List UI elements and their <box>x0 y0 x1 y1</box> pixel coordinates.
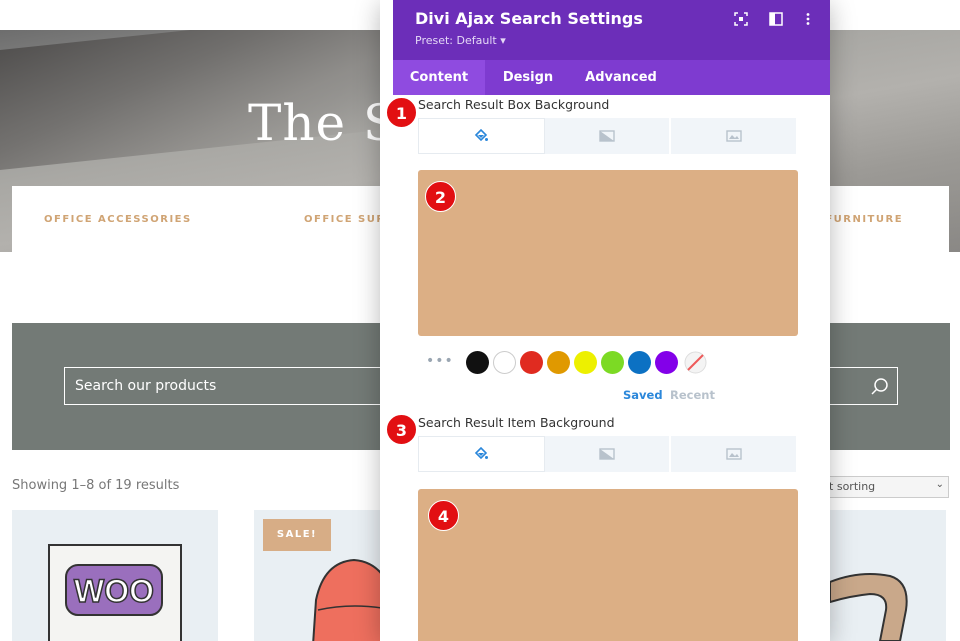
product-card-woo[interactable]: WOO <box>12 510 218 641</box>
gradient-icon <box>599 130 615 142</box>
section-label-result-item-background: Search Result Item Background <box>418 415 615 430</box>
image-icon <box>725 130 742 142</box>
image-icon <box>725 448 742 460</box>
box-background-color-preview[interactable] <box>418 170 798 336</box>
item-background-color-preview[interactable] <box>418 489 798 641</box>
tab-design[interactable]: Design <box>485 60 571 95</box>
palette-swatch-white[interactable] <box>493 351 516 374</box>
palette-more-icon[interactable]: ••• <box>426 353 454 369</box>
palette-swatch-purple[interactable] <box>655 351 678 374</box>
chevron-down-icon: ⌄ <box>935 479 944 490</box>
palette-swatch-orange[interactable] <box>547 351 570 374</box>
split-view-icon[interactable] <box>769 12 783 26</box>
background-type-tabs-item <box>418 436 799 472</box>
no-color-icon[interactable] <box>684 351 707 374</box>
woo-poster-image: WOO <box>48 544 182 641</box>
bg-tab-color[interactable] <box>418 118 545 154</box>
tab-content[interactable]: Content <box>393 60 485 95</box>
category-link-office-accessories[interactable]: OFFICE ACCESSORIES <box>44 214 192 225</box>
annotation-marker-4: 4 <box>428 500 459 531</box>
gradient-icon <box>599 448 615 460</box>
paint-bucket-icon <box>475 447 489 460</box>
results-count: Showing 1–8 of 19 results <box>12 478 180 493</box>
palette-swatch-green[interactable] <box>601 351 624 374</box>
product-card-beanie[interactable]: SALE! <box>254 510 394 641</box>
modal-title: Divi Ajax Search Settings <box>415 9 643 28</box>
background-type-tabs-box <box>418 118 799 154</box>
palette-swatch-yellow[interactable] <box>574 351 597 374</box>
bg-tab-gradient[interactable] <box>544 118 672 154</box>
paint-bucket-icon <box>475 129 489 142</box>
bg-tab-color-item[interactable] <box>418 436 545 472</box>
annotation-marker-2: 2 <box>425 181 456 212</box>
palette-swatch-blue[interactable] <box>628 351 651 374</box>
annotation-marker-3: 3 <box>386 414 417 445</box>
annotation-marker-1: 1 <box>386 97 417 128</box>
modal-tabs: Content Design Advanced <box>393 60 830 95</box>
belt-image <box>829 573 908 641</box>
palette-swatch-red[interactable] <box>520 351 543 374</box>
fullscreen-icon[interactable] <box>734 12 748 26</box>
bg-tab-gradient-item[interactable] <box>544 436 672 472</box>
palette-tab-saved[interactable]: Saved <box>623 388 663 402</box>
section-label-result-box-background: Search Result Box Background <box>418 97 610 112</box>
search-placeholder: Search our products <box>75 378 217 394</box>
palette-swatch-black[interactable] <box>466 351 489 374</box>
bg-tab-image-item[interactable] <box>671 436 799 472</box>
svg-text:WOO: WOO <box>74 573 154 609</box>
sort-select[interactable]: ult sorting ⌄ <box>812 476 949 498</box>
modal-header[interactable]: Divi Ajax Search Settings Preset: Defaul… <box>393 0 830 60</box>
bg-tab-image[interactable] <box>671 118 799 154</box>
preset-dropdown[interactable]: Preset: Default ▾ <box>415 34 506 47</box>
palette-tab-recent[interactable]: Recent <box>670 388 715 402</box>
color-palette: ••• <box>426 350 726 374</box>
product-card-belt[interactable] <box>829 510 946 641</box>
more-options-icon[interactable] <box>801 12 815 26</box>
tab-advanced[interactable]: Advanced <box>571 60 671 95</box>
beanie-image <box>312 558 394 641</box>
search-icon[interactable] <box>869 376 891 398</box>
settings-modal: Divi Ajax Search Settings Preset: Defaul… <box>380 0 830 641</box>
